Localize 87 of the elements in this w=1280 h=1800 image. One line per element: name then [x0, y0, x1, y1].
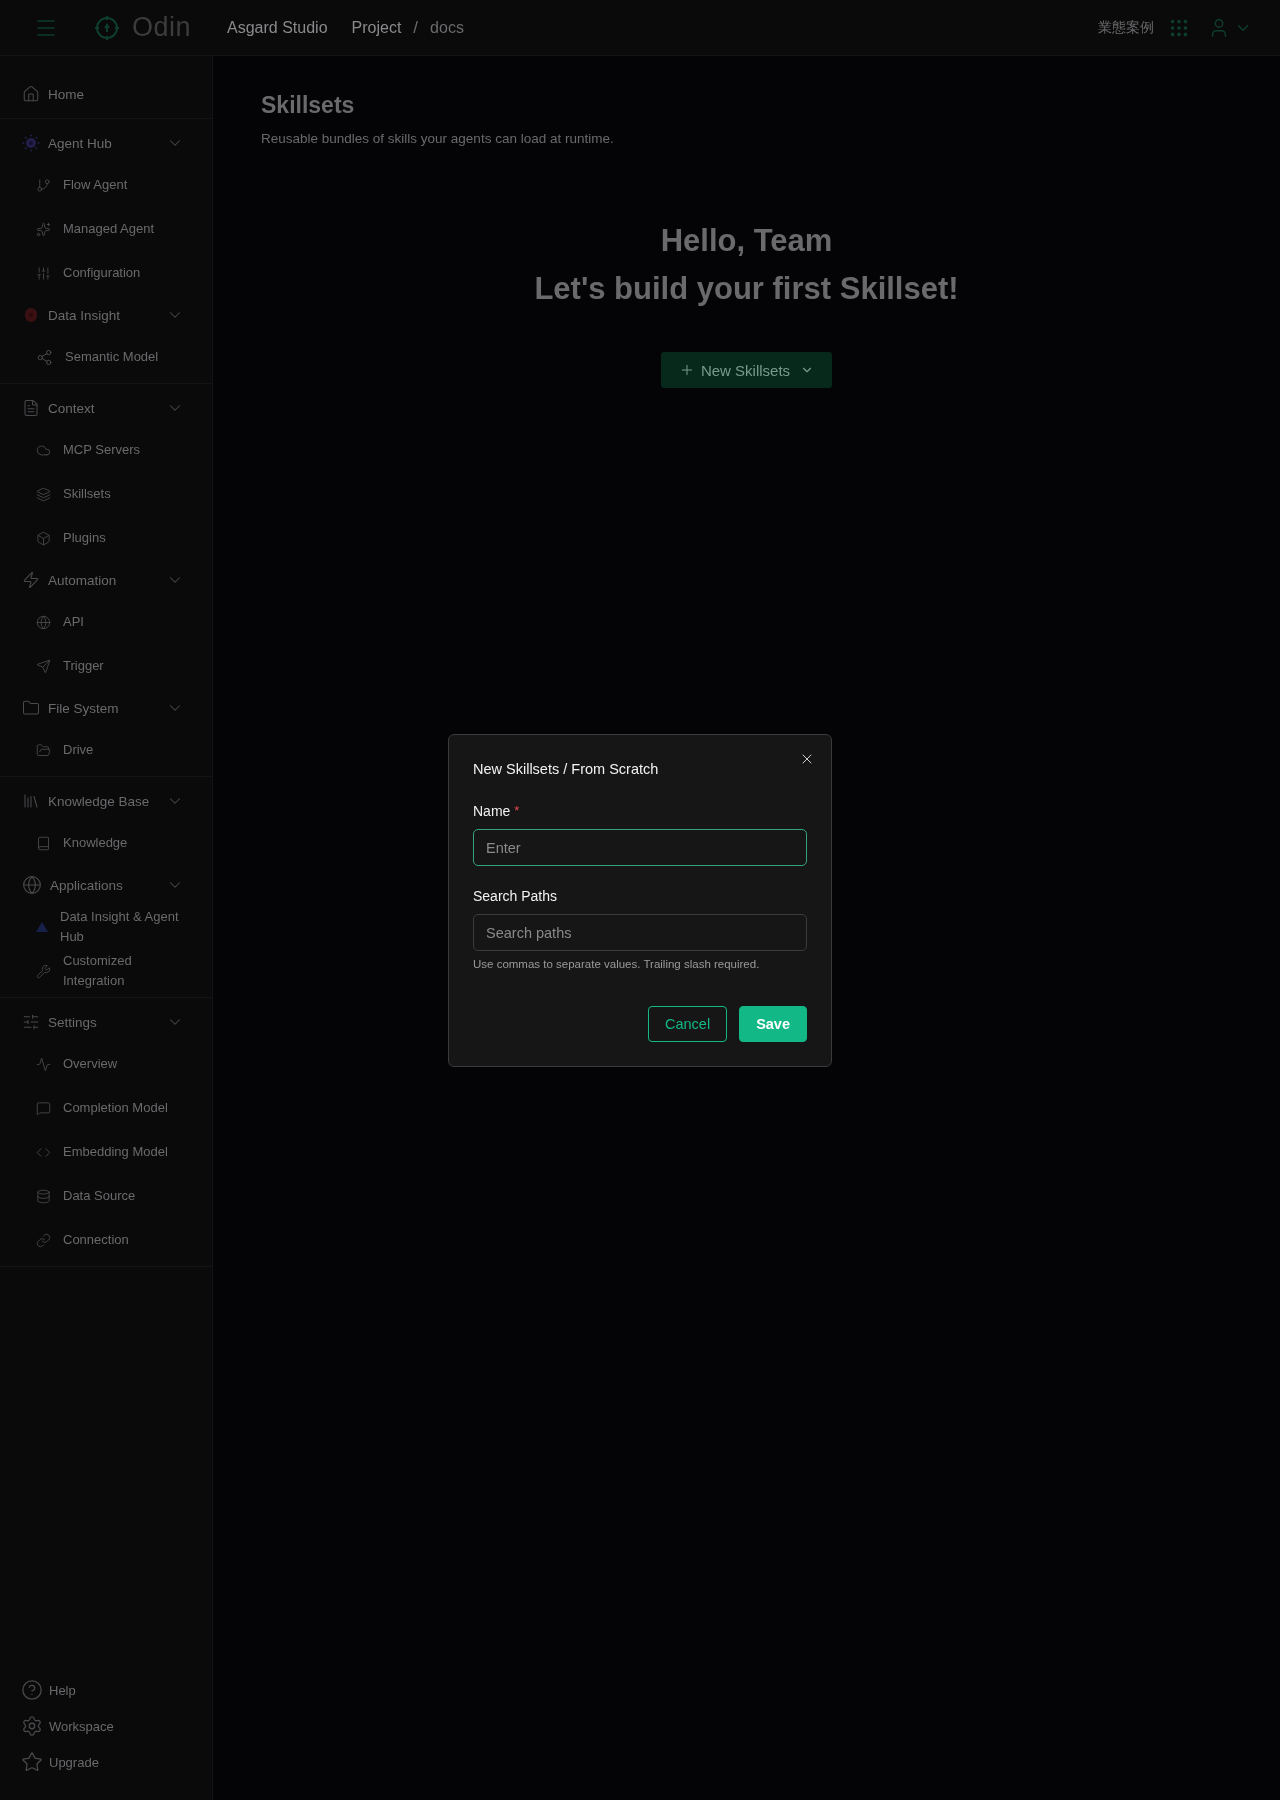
new-skillsets-button[interactable]: New Skillsets	[660, 352, 833, 388]
sidebar-item[interactable]: Drive	[0, 728, 212, 772]
sidebar-item[interactable]: Data Insight & Agent Hub	[0, 905, 212, 949]
cancel-button[interactable]: Cancel	[648, 1006, 728, 1042]
sidebar-group[interactable]: Applications	[0, 865, 212, 905]
document-icon	[22, 399, 40, 417]
sidebar-item[interactable]: Overview	[0, 1042, 212, 1086]
save-button[interactable]: Save	[739, 1006, 807, 1042]
group-label: Context	[48, 400, 96, 416]
sidebar-item[interactable]: Knowledge	[0, 821, 212, 865]
sidebar-group[interactable]: Knowledge Base	[0, 781, 212, 821]
page-title: Skillsets	[261, 92, 356, 119]
group-label: File System	[48, 700, 120, 716]
link-icon	[36, 1232, 51, 1248]
group-label: Settings	[48, 1014, 98, 1030]
sidebar-item[interactable]: Data Source	[0, 1174, 212, 1218]
sidebar-group[interactable]: File System	[0, 688, 212, 728]
layers-icon	[36, 486, 51, 502]
sidebar-item[interactable]: Embedding Model	[0, 1130, 212, 1174]
group-label: Agent Hub	[48, 135, 113, 151]
breadcrumb-link[interactable]: docs	[430, 18, 464, 37]
sidebar-item[interactable]: Trigger	[0, 644, 212, 688]
sidebar-item[interactable]: Flow Agent	[0, 163, 212, 207]
sidebar-item[interactable]: Managed Agent	[0, 207, 212, 251]
group-label: Data Insight	[48, 307, 122, 323]
sidebar-item[interactable]: Plugins	[0, 516, 212, 560]
sidebar-group[interactable]: Automation	[0, 560, 212, 600]
sidebar-footer-item[interactable]: Help	[0, 1672, 212, 1708]
top-link[interactable]: 業態案例	[1098, 18, 1154, 37]
settings-icon	[21, 1715, 43, 1737]
data-insight-icon	[22, 306, 40, 324]
pulse-icon	[36, 1056, 51, 1072]
globe-icon	[22, 875, 42, 895]
sidebar-item[interactable]: API	[0, 600, 212, 644]
sidebar-item[interactable]: MCP Servers	[0, 428, 212, 472]
sidebar-item[interactable]: Connection	[0, 1218, 212, 1262]
dialog-title: New Skillsets / From Scratch	[473, 761, 660, 777]
cube-icon	[36, 530, 51, 546]
group-label: Applications	[50, 877, 124, 893]
group-label: Automation	[48, 572, 118, 588]
group-label: Knowledge Base	[48, 793, 151, 809]
field-label: Name	[473, 803, 511, 819]
help-icon	[21, 1679, 43, 1701]
input-field[interactable]: Search paths	[473, 914, 807, 951]
logo-icon	[94, 14, 120, 41]
nodes-icon	[36, 348, 53, 366]
sidebar-footer-item[interactable]: Upgrade	[0, 1744, 212, 1780]
sliders-icon	[22, 1013, 40, 1031]
sidebar-footer-item[interactable]: Workspace	[0, 1708, 212, 1744]
required-mark: *	[514, 803, 520, 819]
field-label: Search Paths	[473, 888, 558, 904]
triangle-icon	[36, 922, 48, 932]
sidebar-group[interactable]: Data Insight	[0, 295, 212, 335]
wrench-icon	[36, 963, 51, 979]
sidebar-item[interactable]: Completion Model	[0, 1086, 212, 1130]
agent-hub-icon	[22, 134, 40, 152]
lightning-icon	[22, 571, 40, 589]
breadcrumb-separator: /	[413, 17, 419, 38]
book-icon	[36, 835, 51, 851]
sidebar-item[interactable]: Skillsets	[0, 472, 212, 516]
branch-icon	[36, 177, 51, 193]
globe-icon	[36, 614, 51, 630]
sidebar-group[interactable]: Context	[0, 388, 212, 428]
breadcrumb-link[interactable]: Asgard Studio	[227, 18, 328, 37]
sidebar-item[interactable]: Customized Integration	[0, 949, 212, 993]
sliders-icon	[36, 265, 51, 281]
sidebar-item[interactable]: Configuration	[0, 251, 212, 295]
input-field[interactable]: Enter	[473, 829, 807, 866]
cloud-icon	[36, 442, 51, 458]
prompt-heading: Let's build your first Skillset!	[534, 270, 959, 308]
sidebar-group[interactable]: Settings	[0, 1002, 212, 1042]
folder-icon	[22, 699, 40, 717]
sparkle-icon	[36, 221, 51, 237]
greeting-heading: Hello, Team	[660, 222, 833, 260]
house-icon	[22, 85, 40, 103]
page-description: Reusable bundles of skills your agents can load at runtime.	[261, 131, 615, 146]
open-folder-icon	[36, 742, 51, 758]
breadcrumb-link[interactable]: Project	[351, 18, 402, 37]
database-icon	[36, 1188, 51, 1204]
paper-plane-icon	[36, 658, 51, 674]
chat-icon	[36, 1100, 51, 1116]
sidebar-group[interactable]: Agent Hub	[0, 123, 212, 163]
field-hint: Use commas to separate values. Trailing slash required.	[473, 958, 761, 970]
sidebar-item[interactable]: Semantic Model	[0, 335, 212, 379]
book-stack-icon	[22, 792, 40, 810]
sidebar-item[interactable]: Home	[0, 74, 212, 114]
star-icon	[21, 1751, 43, 1773]
